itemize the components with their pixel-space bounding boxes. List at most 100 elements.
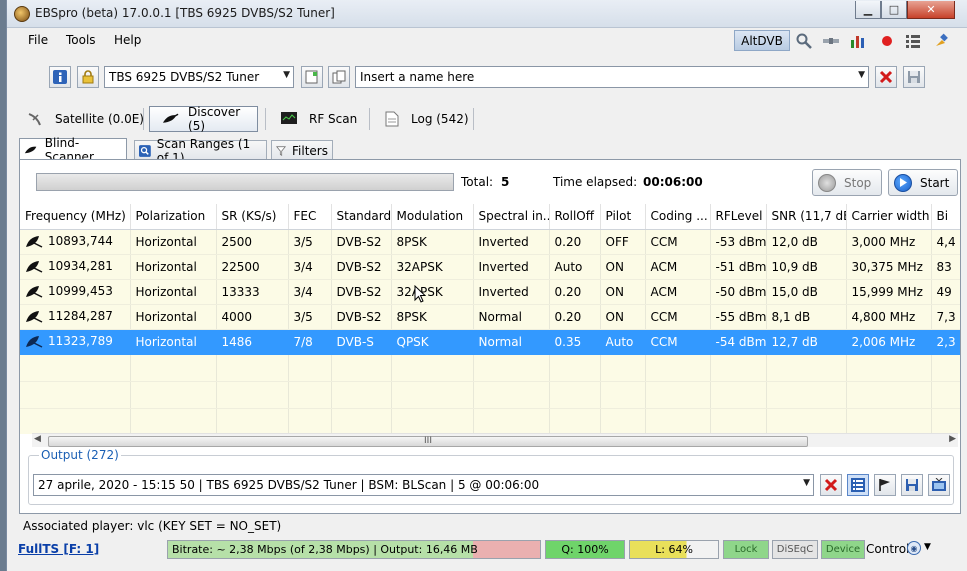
empty-row [20, 381, 960, 409]
output-select[interactable]: 27 aprile, 2020 - 15:15 50 | TBS 6925 DV… [33, 474, 814, 496]
satellite-icon[interactable] [822, 32, 840, 50]
menu-file[interactable]: File [28, 33, 48, 47]
cell-value: ON [605, 309, 624, 324]
close-button[interactable]: ✕ [907, 1, 955, 19]
cell-value: 32APSK [396, 259, 443, 274]
menu-help[interactable]: Help [114, 33, 141, 47]
tab-blind-scanner[interactable]: Blind-Scanner [19, 136, 127, 164]
column-header[interactable]: Polarization [130, 204, 217, 230]
tab-scan-ranges[interactable]: Scan Ranges (1 of 1) [134, 137, 267, 165]
empty-cell [130, 381, 217, 409]
fullts-link[interactable]: FullTS [F: 1] [18, 542, 99, 556]
chevron-down-icon[interactable]: ▼ [924, 542, 931, 552]
table-cell: 2500 [216, 229, 289, 255]
empty-cell [288, 408, 332, 434]
dish-row-icon [26, 260, 43, 273]
dish-row-icon [26, 310, 43, 323]
scroll-right-icon[interactable]: ▶ [949, 434, 956, 444]
add-button[interactable] [301, 66, 323, 88]
column-header[interactable]: Coding ... [645, 204, 711, 230]
tab-filters[interactable]: Filters [271, 140, 333, 160]
list-view-icon[interactable] [904, 32, 922, 50]
tab-satellite[interactable]: Satellite (0.0E) [27, 104, 144, 134]
stop-button[interactable]: Stop [812, 169, 882, 196]
column-header[interactable]: Modulation [391, 204, 474, 230]
column-header[interactable]: SNR (11,7 dB) [766, 204, 847, 230]
scroll-left-icon[interactable]: ◀ [34, 434, 41, 444]
filter-funnel-icon [276, 145, 287, 156]
table-row[interactable]: 10999,453 Horizontal 13333 3/4 DVB-S2 32APSK I… [20, 279, 960, 305]
empty-cell [331, 381, 392, 409]
search-icon[interactable] [795, 32, 813, 50]
bitrate-indicator: Bitrate: ~ 2,38 Mbps (of 2,38 Mbps) | Ou… [167, 540, 541, 559]
list-output-button[interactable] [847, 474, 869, 496]
tuner-select[interactable]: TBS 6925 DVBS/S2 Tuner ▼ [104, 66, 294, 88]
table-row[interactable]: 10893,744 Horizontal 2500 3/5 DVB-S2 8PSK Inve… [20, 229, 960, 255]
tv-button[interactable] [928, 474, 950, 496]
table-cell: Horizontal [130, 229, 217, 255]
column-header[interactable]: Carrier width [846, 204, 932, 230]
monitor-icon [281, 112, 297, 124]
column-header[interactable]: RFLevel [710, 204, 767, 230]
cell-value: 3/5 [293, 234, 313, 249]
column-header[interactable]: Standard [331, 204, 392, 230]
minimize-button[interactable]: ▁ [855, 1, 881, 19]
delete-button[interactable] [875, 66, 897, 88]
table-row[interactable]: 11284,287 Horizontal 4000 3/5 DVB-S2 8PSK Norm… [20, 304, 960, 330]
save-button[interactable] [903, 66, 925, 88]
column-header[interactable]: Frequency (MHz) [20, 204, 131, 230]
table-cell: 32APSK [391, 254, 474, 280]
tab-log[interactable]: Log (542) [385, 104, 469, 134]
table-cell: 10999,453 [20, 279, 131, 305]
flag-button[interactable] [874, 474, 896, 496]
table-row[interactable]: 10934,281 Horizontal 22500 3/4 DVB-S2 32APSK I… [20, 254, 960, 280]
empty-cell [20, 354, 131, 382]
column-header[interactable]: Pilot [600, 204, 646, 230]
pin-icon[interactable] [932, 32, 950, 50]
horizontal-scrollbar[interactable]: ◀ III ▶ [32, 433, 958, 447]
table-cell: 12,0 dB [766, 229, 847, 255]
column-header[interactable]: Bi [931, 204, 960, 230]
table-cell: 22500 [216, 254, 289, 280]
record-icon[interactable] [878, 32, 896, 50]
dish-row-icon [26, 285, 43, 298]
clear-output-button[interactable] [820, 474, 842, 496]
empty-cell [473, 408, 550, 434]
control-label[interactable]: Control [866, 542, 909, 556]
total-label: Total: [461, 175, 494, 189]
table-cell: 10934,281 [20, 254, 131, 280]
maximize-button[interactable]: □ [881, 1, 907, 19]
tab-rf-scan[interactable]: RF Scan [281, 104, 357, 134]
column-header[interactable]: Spectral in... [473, 204, 550, 230]
dish-row-icon [26, 235, 43, 248]
column-header[interactable]: FEC [288, 204, 332, 230]
empty-cell [846, 354, 932, 382]
table-row[interactable]: 11323,789 Horizontal 1486 7/8 DVB-S QPSK Norma… [20, 329, 960, 355]
scrollbar-thumb[interactable]: III [48, 436, 808, 447]
cell-value: ACM [650, 259, 678, 274]
table-cell: 4000 [216, 304, 289, 330]
start-button[interactable]: Start [888, 169, 958, 196]
info-button[interactable] [49, 66, 71, 88]
copy-button[interactable] [328, 66, 350, 88]
empty-cell [473, 381, 550, 409]
save-output-button[interactable] [901, 474, 923, 496]
dish-black-icon [162, 113, 179, 123]
lock-button[interactable] [77, 66, 99, 88]
menu-tools[interactable]: Tools [66, 33, 96, 47]
altdvb-button[interactable]: AltDVB [734, 30, 790, 51]
control-dropdown-icon[interactable]: ◉ [907, 541, 921, 555]
empty-cell [130, 354, 217, 382]
table-cell: DVB-S2 [331, 304, 392, 330]
name-input[interactable]: Insert a name here ▼ [355, 66, 869, 88]
table-cell: DVB-S [331, 329, 392, 355]
cell-value: Auto [554, 259, 583, 274]
empty-cell [710, 354, 767, 382]
column-header[interactable]: RollOff [549, 204, 601, 230]
column-header[interactable]: SR (KS/s) [216, 204, 289, 230]
cell-value: DVB-S2 [336, 309, 382, 324]
empty-cell [549, 354, 601, 382]
bar-chart-icon[interactable] [849, 32, 867, 50]
copy-icon [332, 70, 346, 84]
tab-discover[interactable]: Discover (5) [149, 105, 258, 133]
